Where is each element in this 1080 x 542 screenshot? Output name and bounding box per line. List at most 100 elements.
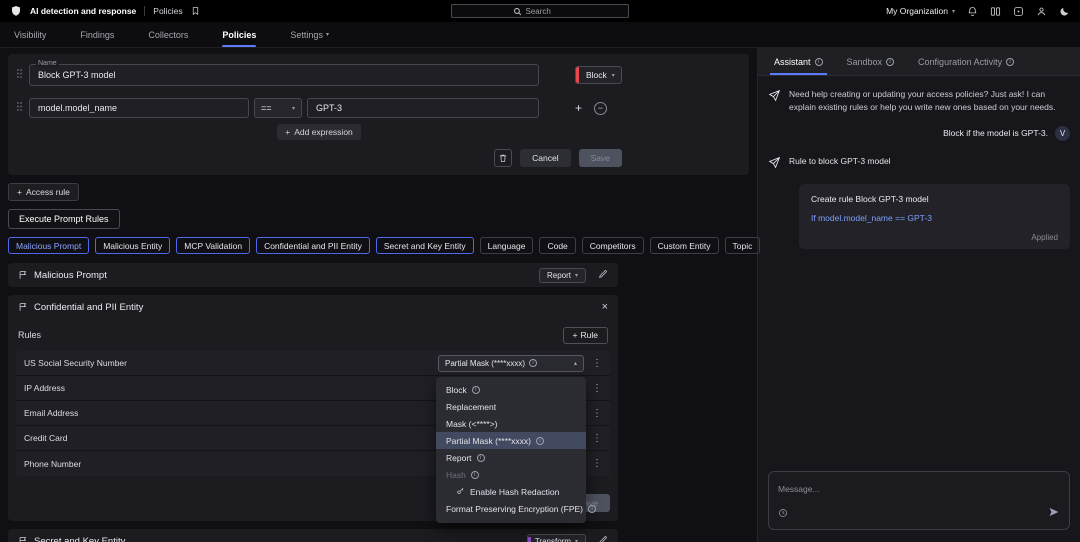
info-icon: i bbox=[1006, 58, 1014, 66]
topbar-divider bbox=[144, 6, 145, 16]
info-icon: i bbox=[815, 58, 823, 66]
apps-badge-icon[interactable] bbox=[1013, 6, 1024, 17]
chip-confidential-pii[interactable]: Confidential and PII Entity bbox=[256, 237, 370, 254]
rule-editor-panel: Name Block ▾ bbox=[8, 54, 749, 175]
user-account-icon[interactable] bbox=[1036, 6, 1047, 17]
dropdown-item-report[interactable]: Report i bbox=[436, 449, 586, 466]
dropdown-item-block[interactable]: Block i bbox=[436, 381, 586, 398]
trash-icon bbox=[498, 153, 508, 163]
save-button[interactable]: Save bbox=[579, 149, 622, 167]
plus-icon: + bbox=[17, 187, 22, 197]
bot-intro-text: Need help creating or updating your acce… bbox=[789, 88, 1065, 114]
tab-findings[interactable]: Findings bbox=[80, 22, 114, 47]
edit-pencil-icon[interactable] bbox=[598, 266, 608, 284]
malicious-prompt-action-select[interactable]: Report ▾ bbox=[539, 268, 586, 283]
dropdown-item-mask[interactable]: Mask (<****>) bbox=[436, 415, 586, 432]
chip-language[interactable]: Language bbox=[480, 237, 534, 254]
edit-pencil-icon[interactable] bbox=[598, 532, 608, 542]
policies-content: Name Block ▾ bbox=[0, 48, 757, 542]
add-access-rule-button[interactable]: + Access rule bbox=[8, 183, 79, 201]
dropdown-item-fpe[interactable]: Format Preserving Encryption (FPE) i bbox=[436, 500, 586, 517]
dropdown-item-enable-hash-redaction[interactable]: Enable Hash Redaction bbox=[436, 483, 586, 500]
row-menu-kebab-icon[interactable]: ⋮ bbox=[592, 458, 602, 469]
docs-columns-icon[interactable] bbox=[990, 6, 1001, 17]
drag-handle-icon[interactable] bbox=[16, 66, 23, 84]
panel-title: Confidential and PII Entity bbox=[34, 302, 143, 313]
send-icon[interactable] bbox=[1048, 505, 1060, 523]
global-search[interactable] bbox=[451, 4, 629, 18]
ssn-action-select[interactable]: Partial Mask (****xxxx) i ▴ bbox=[438, 355, 584, 372]
row-menu-kebab-icon[interactable]: ⋮ bbox=[592, 358, 602, 369]
chip-malicious-prompt[interactable]: Malicious Prompt bbox=[8, 237, 89, 254]
assistant-panel: Assistant i Sandbox i Configuration Acti… bbox=[757, 48, 1080, 542]
tab-settings[interactable]: Settings▾ bbox=[290, 22, 329, 47]
chevron-down-icon: ▾ bbox=[326, 31, 329, 38]
tab-collectors[interactable]: Collectors bbox=[148, 22, 188, 47]
notifications-bell-icon[interactable] bbox=[967, 6, 978, 17]
dropdown-item-replacement[interactable]: Replacement bbox=[436, 398, 586, 415]
rule-name-row: Name Block ▾ bbox=[16, 64, 622, 86]
chip-malicious-entity[interactable]: Malicious Entity bbox=[95, 237, 170, 254]
dropdown-item-partial-mask[interactable]: Partial Mask (****xxxx) i bbox=[436, 432, 586, 449]
chip-mcp-validation[interactable]: MCP Validation bbox=[176, 237, 250, 254]
topbar-right-cluster: My Organization ▾ bbox=[886, 6, 1070, 17]
rule-name-input[interactable] bbox=[29, 64, 539, 86]
info-icon: i bbox=[472, 386, 480, 394]
rule-action-value: Block bbox=[586, 70, 607, 80]
chevron-down-icon: ▾ bbox=[292, 105, 295, 112]
chip-secret-key[interactable]: Secret and Key Entity bbox=[376, 237, 474, 254]
close-icon[interactable]: × bbox=[602, 302, 608, 313]
chip-topic[interactable]: Topic bbox=[725, 237, 761, 254]
bookmark-icon[interactable] bbox=[191, 6, 200, 16]
app-window: AI detection and response Policies My Or… bbox=[0, 0, 1080, 542]
cancel-button[interactable]: Cancel bbox=[520, 149, 570, 167]
add-expression-button[interactable]: + Add expression bbox=[277, 124, 361, 140]
tab-configuration-activity[interactable]: Configuration Activity i bbox=[906, 48, 1026, 75]
tab-policies[interactable]: Policies bbox=[222, 22, 256, 47]
tab-sandbox[interactable]: Sandbox i bbox=[835, 48, 907, 75]
user-message-text: Block if the model is GPT-3. bbox=[943, 128, 1048, 138]
row-menu-kebab-icon[interactable]: ⋮ bbox=[592, 433, 602, 444]
rule-action-select[interactable]: Block ▾ bbox=[575, 66, 622, 84]
bot-message: Rule to block GPT-3 model bbox=[768, 155, 1070, 174]
chip-custom-entity[interactable]: Custom Entity bbox=[650, 237, 719, 254]
malicious-prompt-panel: Malicious Prompt Report ▾ bbox=[8, 263, 618, 287]
chip-code[interactable]: Code bbox=[539, 237, 575, 254]
expression-field-input[interactable] bbox=[29, 98, 249, 118]
panel-title: Malicious Prompt bbox=[34, 270, 107, 281]
execute-prompt-rules-button[interactable]: Execute Prompt Rules bbox=[8, 209, 120, 229]
message-composer[interactable] bbox=[768, 471, 1070, 530]
delete-rule-button[interactable] bbox=[494, 149, 512, 167]
row-menu-kebab-icon[interactable]: ⋮ bbox=[592, 408, 602, 419]
rule-card-expression: If model.model_name == GPT-3 bbox=[811, 213, 1058, 223]
drag-handle-icon[interactable] bbox=[16, 99, 23, 117]
info-icon: i bbox=[471, 471, 479, 479]
remove-condition-minus-icon[interactable]: − bbox=[594, 102, 607, 115]
history-clock-icon[interactable] bbox=[778, 505, 788, 523]
chip-competitors[interactable]: Competitors bbox=[582, 237, 644, 254]
flag-icon bbox=[18, 270, 28, 280]
tab-assistant[interactable]: Assistant i bbox=[762, 48, 835, 75]
rules-label: Rules bbox=[18, 330, 41, 340]
transform-color-bar bbox=[528, 537, 531, 542]
theme-moon-icon[interactable] bbox=[1059, 6, 1070, 17]
rule-row-ssn: US Social Security Number Partial Mask (… bbox=[16, 351, 610, 376]
confidential-pii-panel: Confidential and PII Entity × Rules + Ru… bbox=[8, 295, 618, 521]
section-nav: Visibility Findings Collectors Policies … bbox=[0, 22, 1080, 48]
search-input[interactable] bbox=[526, 7, 568, 16]
tab-visibility[interactable]: Visibility bbox=[14, 22, 46, 47]
block-color-bar bbox=[576, 67, 579, 83]
row-menu-kebab-icon[interactable]: ⋮ bbox=[592, 383, 602, 394]
secret-action-select[interactable]: Transform ▾ bbox=[527, 534, 586, 542]
chevron-down-icon: ▾ bbox=[952, 8, 955, 15]
flag-icon bbox=[18, 302, 28, 312]
expression-value-input[interactable] bbox=[307, 98, 539, 118]
assistant-bot-icon bbox=[768, 89, 781, 114]
org-switcher[interactable]: My Organization ▾ bbox=[886, 6, 955, 16]
topbar-policies-link[interactable]: Policies bbox=[153, 6, 182, 16]
message-input[interactable] bbox=[778, 484, 1060, 494]
add-condition-plus-icon[interactable]: + bbox=[575, 102, 582, 114]
add-rule-button[interactable]: + Rule bbox=[563, 327, 608, 344]
expression-operator-select[interactable]: == ▾ bbox=[254, 98, 302, 118]
bot-reply-title: Rule to block GPT-3 model bbox=[789, 155, 891, 174]
